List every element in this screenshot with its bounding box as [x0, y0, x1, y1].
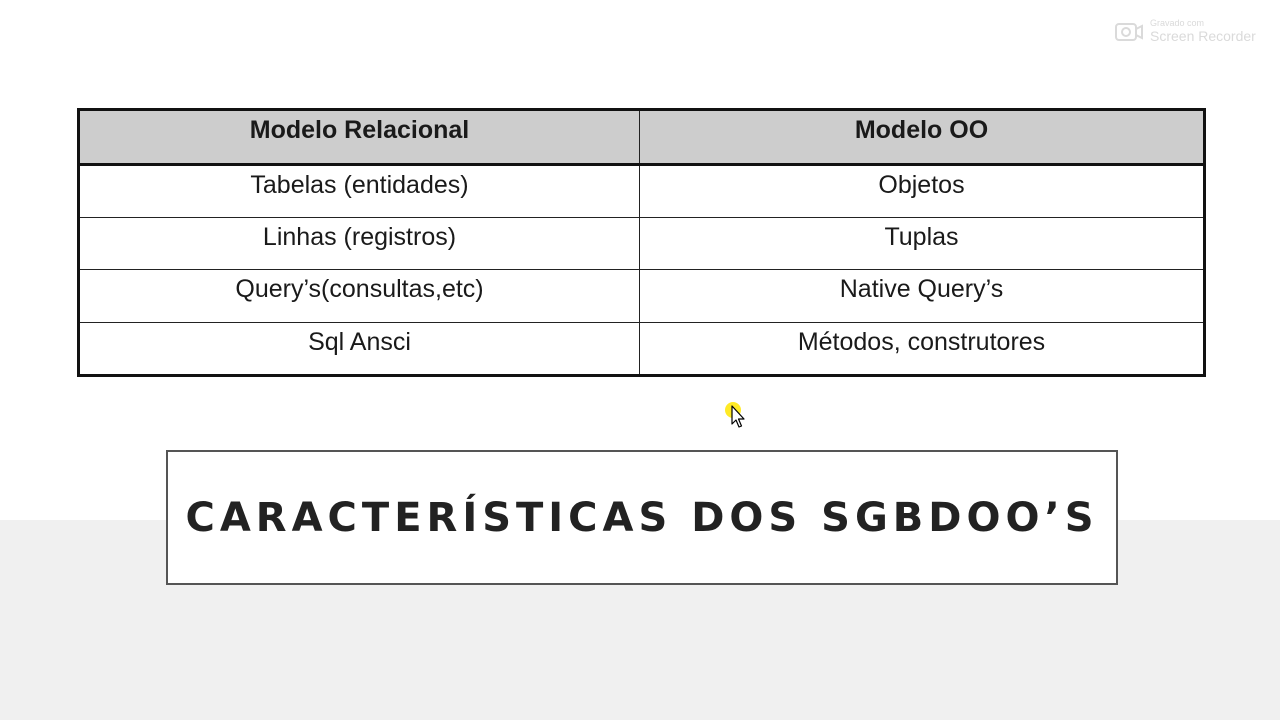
header-oo-model: Modelo OO	[639, 109, 1205, 166]
table-cell: Native Query’s	[639, 269, 1205, 323]
comparison-table: Modelo Relacional Modelo OO Tabelas (ent…	[77, 108, 1206, 377]
table-row: Sql Ansci Métodos, construtores	[78, 321, 1205, 377]
slide-title: CARACTERÍSTICAS DOS SGBDOO’S	[185, 494, 1099, 541]
header-relational-model: Modelo Relacional	[78, 109, 640, 166]
recorder-watermark: Gravado com Screen Recorder	[1114, 18, 1274, 46]
table-cell: Tabelas (entidades)	[78, 163, 640, 219]
watermark-caption: Gravado com	[1150, 18, 1205, 28]
table-cell: Tuplas	[639, 217, 1205, 271]
table-row: Linhas (registros) Tuplas	[78, 217, 1205, 271]
table-cell: Métodos, construtores	[639, 321, 1205, 377]
table-cell: Objetos	[639, 163, 1205, 219]
recorder-icon	[1115, 23, 1143, 41]
table-cell: Sql Ansci	[78, 321, 640, 377]
table-cell: Linhas (registros)	[78, 217, 640, 271]
slide-title-box: CARACTERÍSTICAS DOS SGBDOO’S	[166, 450, 1118, 585]
mouse-pointer-icon	[725, 402, 745, 428]
table-header-row: Modelo Relacional Modelo OO	[78, 109, 1205, 166]
table-row: Query’s(consultas,etc) Native Query’s	[78, 269, 1205, 323]
table-cell: Query’s(consultas,etc)	[78, 269, 640, 323]
watermark-brand: Screen Recorder	[1150, 28, 1256, 44]
table-row: Tabelas (entidades) Objetos	[78, 163, 1205, 219]
